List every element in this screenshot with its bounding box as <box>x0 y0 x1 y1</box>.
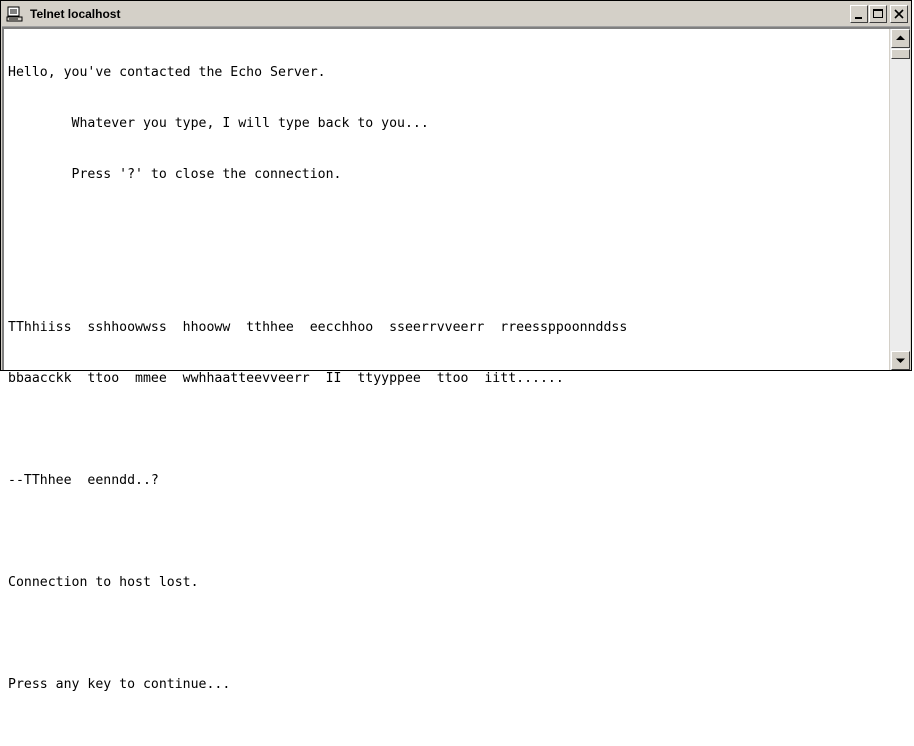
terminal-line: Connection to host lost. <box>8 575 199 590</box>
close-icon <box>894 9 904 19</box>
close-button[interactable] <box>890 5 908 23</box>
minimize-button[interactable] <box>850 5 868 23</box>
scroll-down-button[interactable] <box>891 351 910 370</box>
terminal-line: Press any key to continue... <box>8 677 231 692</box>
scroll-up-arrow-icon <box>896 35 905 40</box>
scroll-thumb[interactable] <box>891 49 910 59</box>
minimize-icon <box>855 17 862 19</box>
terminal-line: TThhiiss sshhoowwss hhooww tthhee eecchh… <box>8 320 628 335</box>
terminal-output[interactable]: Hello, you've contacted the Echo Server.… <box>8 30 878 692</box>
terminal-line: Press '?' to close the connection. <box>8 167 342 182</box>
telnet-window: Telnet localhost Hello, you've contacted… <box>0 0 912 692</box>
terminal-line: --TThhee eenndd..? <box>8 473 159 488</box>
maximize-button[interactable] <box>869 5 887 23</box>
maximize-icon <box>873 9 883 18</box>
terminal-client-area[interactable]: Hello, you've contacted the Echo Server.… <box>2 27 910 692</box>
vertical-scrollbar[interactable] <box>889 29 910 370</box>
scroll-up-button[interactable] <box>891 29 910 48</box>
terminal-line: Hello, you've contacted the Echo Server. <box>8 65 326 80</box>
terminal-line: Whatever you type, I will type back to y… <box>8 116 429 131</box>
telnet-computer-icon[interactable] <box>6 5 24 23</box>
title-bar[interactable]: Telnet localhost <box>2 2 910 27</box>
window-title: Telnet localhost <box>30 7 121 21</box>
scroll-down-arrow-icon <box>896 358 905 363</box>
